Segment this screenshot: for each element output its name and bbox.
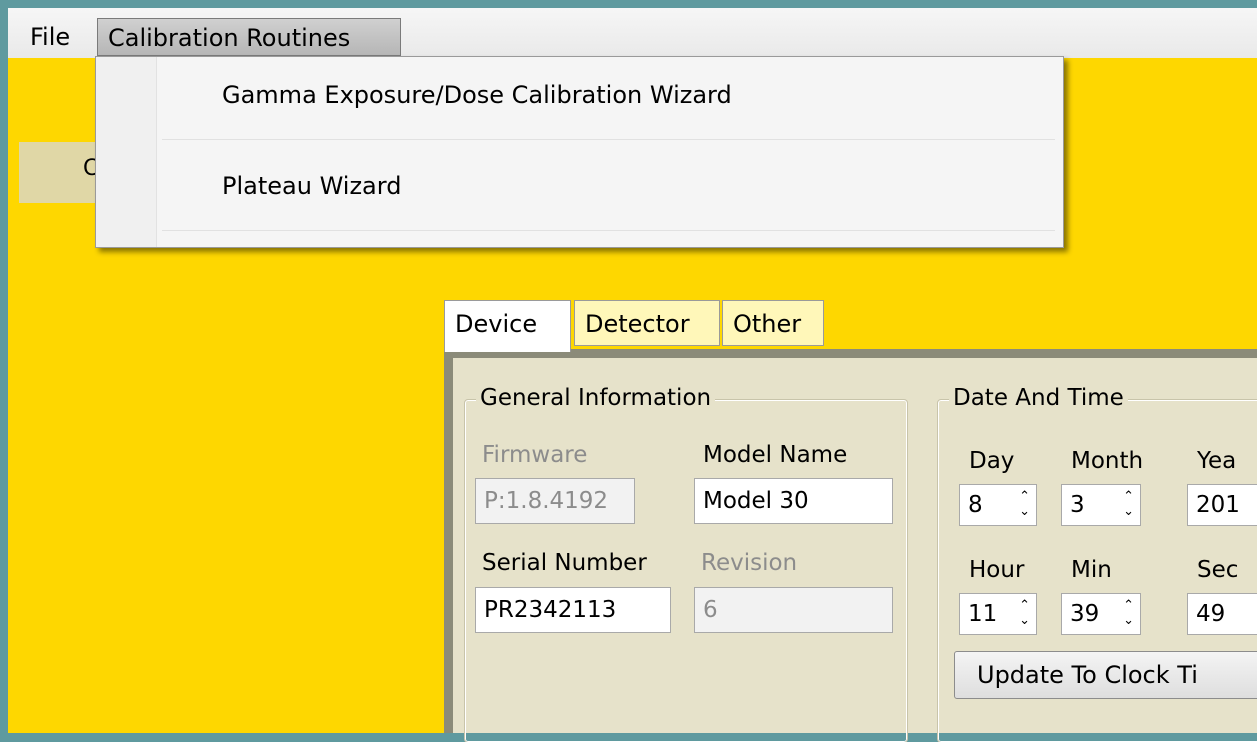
calibration-dropdown-menu: Gamma Exposure/Dose Calibration Wizard P…	[95, 56, 1064, 248]
min-value: 39	[1070, 601, 1100, 627]
year-label: Yea	[1197, 448, 1237, 474]
min-label: Min	[1071, 557, 1112, 583]
year-value: 201	[1196, 492, 1240, 518]
model-name-label: Model Name	[703, 442, 848, 468]
menu-item-plateau-wizard[interactable]: Plateau Wizard	[222, 171, 401, 201]
general-information-group: General Information Firmware Model Name …	[464, 383, 908, 742]
spin-arrows-icon[interactable]: ⌃ ⌄	[1123, 598, 1134, 628]
month-value: 3	[1070, 492, 1085, 518]
hour-label: Hour	[969, 557, 1025, 583]
year-spinner[interactable]: 201	[1187, 484, 1257, 526]
tab-device[interactable]: Device	[444, 300, 571, 352]
model-name-field[interactable]: Model 30	[694, 478, 893, 524]
revision-label: Revision	[701, 550, 798, 576]
group-title: General Information	[476, 383, 716, 413]
menu-icon-gutter	[96, 57, 157, 247]
firmware-field: P:1.8.4192	[475, 478, 635, 524]
sec-spinner[interactable]: 49	[1187, 593, 1257, 635]
hour-value: 11	[968, 601, 998, 627]
serial-number-label: Serial Number	[482, 550, 647, 576]
menu-separator	[162, 230, 1055, 231]
tab-other[interactable]: Other	[722, 300, 824, 346]
device-tab-panel: General Information Firmware Model Name …	[444, 349, 1257, 742]
update-to-clock-time-button[interactable]: Update To Clock Ti	[954, 651, 1257, 699]
panel-content: General Information Firmware Model Name …	[453, 358, 1257, 742]
group-title: Date And Time	[949, 383, 1128, 413]
menu-item-gamma-wizard[interactable]: Gamma Exposure/Dose Calibration Wizard	[222, 80, 732, 110]
spin-arrows-icon[interactable]: ⌃ ⌄	[1123, 489, 1134, 519]
min-spinner[interactable]: 39 ⌃ ⌄	[1061, 593, 1141, 635]
day-value: 8	[968, 492, 983, 518]
month-label: Month	[1071, 448, 1144, 474]
hour-spinner[interactable]: 11 ⌃ ⌄	[959, 593, 1037, 635]
day-spinner[interactable]: 8 ⌃ ⌄	[959, 484, 1037, 526]
menu-calibration-routines[interactable]: Calibration Routines	[97, 18, 401, 56]
day-label: Day	[969, 448, 1015, 474]
firmware-label: Firmware	[482, 442, 588, 468]
tab-detector[interactable]: Detector	[574, 300, 720, 346]
menu-bar: File Calibration Routines	[8, 8, 1257, 58]
sec-label: Sec	[1197, 557, 1239, 583]
revision-field: 6	[694, 587, 893, 633]
sec-value: 49	[1196, 601, 1226, 627]
spin-arrows-icon[interactable]: ⌃ ⌄	[1019, 489, 1030, 519]
spin-arrows-icon[interactable]: ⌃ ⌄	[1019, 598, 1030, 628]
month-spinner[interactable]: 3 ⌃ ⌄	[1061, 484, 1141, 526]
date-and-time-group: Date And Time Day Month Yea 8 ⌃ ⌄ 3 ⌃ ⌄ 20…	[937, 383, 1257, 742]
menu-file[interactable]: File	[24, 18, 76, 56]
menu-separator	[162, 139, 1055, 140]
serial-number-field[interactable]: PR2342113	[475, 587, 671, 633]
